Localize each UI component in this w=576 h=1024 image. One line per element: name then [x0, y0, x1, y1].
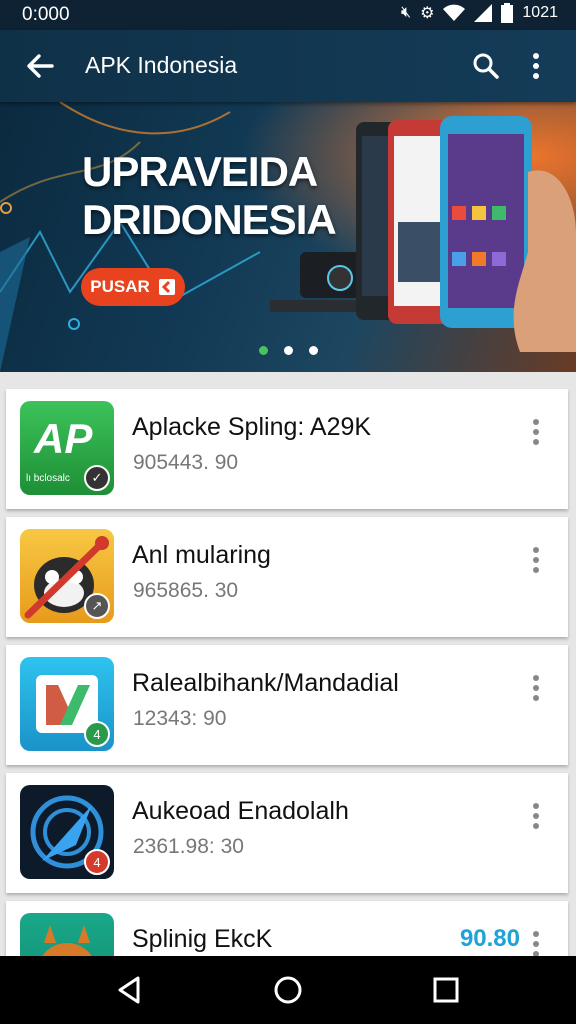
system-nav-bar — [0, 956, 576, 1024]
app-list: AP lı bclosalc ✓ Aplacke Spling: A29K 90… — [0, 372, 576, 956]
app-icon: 4 — [20, 657, 114, 751]
app-icon: ↗ — [20, 529, 114, 623]
app-title: APK Indonesia — [85, 52, 238, 78]
creature-icon — [42, 925, 92, 956]
signal-icon — [474, 4, 493, 22]
banner-headline-line1: UPRAVEIDA — [82, 148, 318, 195]
arrow-badge-icon: ↗ — [84, 593, 110, 619]
banner-page-indicator — [259, 346, 318, 355]
app-price: 90.80 — [459, 925, 520, 952]
promo-banner[interactable]: UPRAVEIDA DRIDONESIA PUSAR — [0, 102, 576, 372]
more-vert-icon[interactable] — [528, 417, 544, 447]
page-dot[interactable] — [309, 346, 318, 355]
silent-icon: 🔇︎ — [400, 4, 412, 21]
list-item[interactable]: AP lı bclosalc ✓ Aplacke Spling: A29K 90… — [6, 389, 568, 509]
list-item[interactable]: ↗ Anl mularing 965865. 30 — [6, 517, 568, 637]
more-vert-icon[interactable] — [528, 801, 544, 831]
nav-back-icon[interactable] — [114, 974, 146, 1006]
app-bar: APK Indonesia — [0, 30, 576, 102]
page-dot[interactable] — [259, 346, 268, 355]
status-clock: 1021 — [522, 4, 558, 21]
banner-headline: UPRAVEIDA DRIDONESIA — [82, 148, 337, 244]
banner-headline-line2: DRIDONESIA — [82, 196, 337, 243]
back-arrow-icon[interactable] — [22, 48, 58, 84]
app-meta: 12343: 90 — [133, 707, 227, 730]
more-vert-icon[interactable] — [528, 545, 544, 575]
app-name: Ralealbihank/Mandadial — [132, 669, 399, 697]
status-icons: 🔇︎ ⚙ 1021 — [401, 3, 558, 23]
banner-cta-label: PUSAR — [90, 277, 150, 296]
app-icon-subtext: lı bclosalc — [26, 473, 70, 484]
list-item[interactable]: 4 Ralealbihank/Mandadial 12343: 90 — [6, 645, 568, 765]
app-meta: 965865. 30 — [133, 579, 239, 602]
banner-cta-button[interactable]: PUSAR — [81, 268, 185, 306]
status-time: 0:000 — [22, 4, 70, 25]
app-name: Anl mularing — [132, 541, 271, 569]
more-vert-icon[interactable] — [528, 929, 544, 956]
wifi-icon — [443, 4, 466, 21]
app-icon-text: AP — [34, 415, 93, 462]
nav-home-icon[interactable] — [272, 974, 304, 1006]
search-icon[interactable] — [470, 50, 502, 82]
app-meta: 2361.98: 30 — [133, 835, 244, 858]
app-name: Splinig EkcK — [132, 925, 273, 953]
page-dot[interactable] — [284, 346, 293, 355]
settings-icon: ⚙ — [420, 5, 435, 22]
status-bar: 0:000 🔇︎ ⚙ 1021 — [0, 0, 576, 30]
app-meta: 905443. 90 — [133, 451, 239, 474]
badge-icon: 4 — [84, 849, 110, 875]
more-vert-icon[interactable] — [528, 673, 544, 703]
app-icon: AP lı bclosalc ✓ — [20, 401, 114, 495]
badge-icon: 4 — [84, 721, 110, 747]
play-icon — [158, 279, 175, 295]
nav-recents-icon[interactable] — [430, 974, 462, 1006]
app-icon — [20, 913, 114, 956]
app-name: Aplacke Spling: A29K — [132, 413, 372, 441]
app-icon: 4 — [20, 785, 114, 879]
clock-badge-icon: ✓ — [84, 465, 110, 491]
list-item[interactable]: 4 Aukeoad Enadolalh 2361.98: 30 — [6, 773, 568, 893]
more-vert-icon[interactable] — [528, 50, 544, 82]
battery-icon — [501, 3, 514, 23]
list-item[interactable]: Splinig EkcK 90.80 — [6, 901, 568, 956]
app-name: Aukeoad Enadolalh — [132, 797, 349, 825]
